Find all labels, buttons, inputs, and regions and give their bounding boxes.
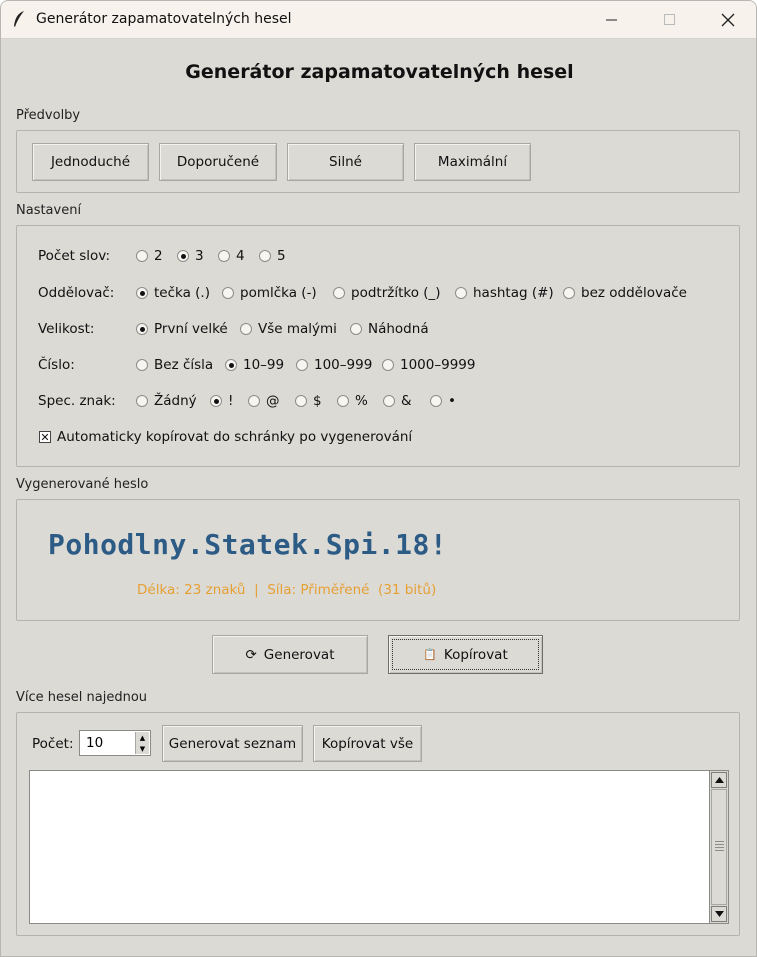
copy-button[interactable]: 📋 Kopírovat [388, 635, 543, 674]
scroll-up-icon[interactable] [711, 772, 727, 788]
maximize-icon [664, 14, 675, 25]
copy-all-button[interactable]: Kopírovat vše [313, 725, 422, 762]
feather-icon [14, 11, 24, 27]
special-option[interactable]: & [383, 393, 412, 409]
case-option[interactable]: Náhodná [350, 321, 429, 337]
spin-up-icon[interactable]: ▲ [136, 732, 149, 743]
refresh-icon: ⟳ [245, 646, 257, 663]
number-option[interactable]: 1000–9999 [382, 357, 475, 373]
generated-password: Pohodlny.Statek.Spi.18! [48, 528, 448, 561]
separator-option[interactable]: bez oddělovače [563, 285, 687, 301]
spin-down-icon[interactable]: ▼ [136, 743, 149, 754]
auto-copy-checkbox[interactable]: ✕ Automaticky kopírovat do schránky po v… [39, 429, 412, 445]
preset-simple-button[interactable]: Jednoduché [32, 143, 149, 181]
maximize-button[interactable] [641, 1, 699, 39]
preset-maximal-button[interactable]: Maximální [414, 143, 531, 181]
checkbox-checked-icon: ✕ [39, 430, 51, 444]
special-option[interactable]: % [337, 393, 368, 409]
vertical-scrollbar[interactable] [709, 770, 729, 924]
separator-label: Oddělovač: [38, 285, 115, 301]
bulk-label: Více hesel najednou [16, 690, 148, 705]
app-window: Generátor zapamatovatelných hesel Generá… [0, 0, 757, 957]
scroll-down-icon[interactable] [711, 906, 727, 922]
special-option[interactable]: Žádný [136, 393, 197, 409]
separator-option[interactable]: pomlčka (-) [222, 285, 317, 301]
word-count-option[interactable]: 4 [218, 248, 245, 264]
special-option[interactable]: $ [295, 393, 322, 409]
close-icon [721, 13, 735, 27]
password-list-textarea[interactable] [29, 770, 729, 924]
generate-list-button[interactable]: Generovat seznam [162, 725, 303, 762]
scroll-thumb[interactable] [711, 789, 727, 905]
separator-option[interactable]: tečka (.) [136, 285, 210, 301]
title-bar: Generátor zapamatovatelných hesel [1, 1, 756, 39]
window-title: Generátor zapamatovatelných hesel [36, 11, 292, 27]
case-option[interactable]: První velké [136, 321, 228, 337]
special-label: Spec. znak: [38, 393, 116, 409]
special-option[interactable]: • [430, 393, 456, 409]
separator-option[interactable]: hashtag (#) [455, 285, 554, 301]
word-count-option[interactable]: 5 [259, 248, 286, 264]
preset-strong-button[interactable]: Silné [287, 143, 404, 181]
password-strength-info: Délka: 23 znaků | Síla: Přiměřené (31 bi… [137, 582, 437, 598]
clipboard-icon: 📋 [423, 648, 437, 661]
word-count-option[interactable]: 3 [177, 248, 204, 264]
case-option[interactable]: Vše malými [240, 321, 337, 337]
result-label: Vygenerované heslo [16, 477, 149, 492]
count-spinbox[interactable]: 10 ▲ ▼ [79, 730, 151, 756]
special-option[interactable]: ! [210, 393, 233, 409]
settings-label: Nastavení [16, 203, 82, 218]
page-title: Generátor zapamatovatelných hesel [185, 61, 574, 83]
word-count-option[interactable]: 2 [136, 248, 163, 264]
number-option[interactable]: 100–999 [296, 357, 372, 373]
word-count-label: Počet slov: [38, 248, 111, 264]
number-option[interactable]: Bez čísla [136, 357, 213, 373]
minimize-button[interactable] [583, 1, 641, 39]
separator-option[interactable]: podtržítko (_) [333, 285, 441, 301]
preset-recommended-button[interactable]: Doporučené [159, 143, 277, 181]
presets-label: Předvolby [16, 108, 81, 123]
close-button[interactable] [699, 1, 756, 39]
number-option[interactable]: 10–99 [225, 357, 284, 373]
generate-button[interactable]: ⟳ Generovat [212, 635, 368, 674]
special-option[interactable]: @ [248, 393, 280, 409]
case-label: Velikost: [38, 321, 95, 337]
number-label: Číslo: [38, 357, 75, 373]
minimize-icon [606, 19, 617, 21]
count-label: Počet: [32, 736, 74, 752]
